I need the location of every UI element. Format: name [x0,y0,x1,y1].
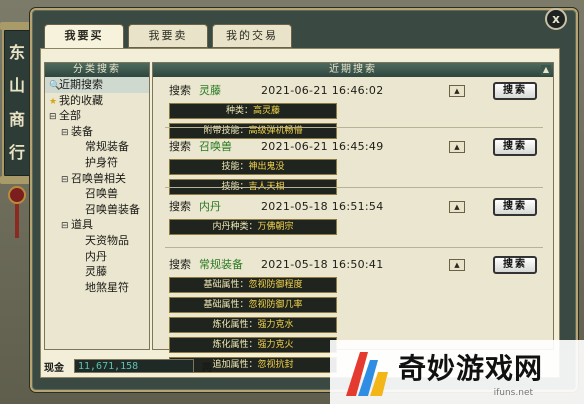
tab-buy[interactable]: 我要买 [44,24,124,50]
game-ui-root: 东 山 商 行 x 我要买 我要卖 我的交易 分类搜索 🔍近期搜索 ★ 我的收藏 … [0,0,584,404]
pin-icon[interactable]: ▲ [449,85,465,97]
category-header: 分类搜索 [45,63,149,77]
cash-bar: 现金 11,671,158 两 [44,358,244,374]
recent-search-entry: 搜索 灵藤 2021-06-21 16:46:02 ▲ 搜索 种类：高灵藤 附带… [169,81,539,139]
scroll-up-arrow-icon[interactable]: ▲ [541,65,551,75]
tree-item-all[interactable]: ⊟ 全部 [45,108,149,124]
search-button[interactable]: 搜索 [493,198,537,216]
close-button[interactable]: x [545,8,567,30]
attr-tag: 种类：高灵藤 [169,103,337,119]
recent-search-panel: 近期搜索 ▲ 搜索 灵藤 2021-06-21 16:46:02 ▲ 搜索 种类… [152,62,554,373]
banner-bottom-rod [0,176,34,184]
pin-icon[interactable]: ▲ [449,259,465,271]
attr-tag: 炼化属性：强力克水 [169,317,337,333]
tree-item-summon-related[interactable]: ⊟ 召唤兽相关 [45,171,149,187]
search-label: 搜索 [169,258,191,271]
item-type: 常规装备 [199,258,243,271]
banner-char: 行 [8,143,25,163]
site-watermark: 奇妙游戏网 ifuns.net [330,340,584,404]
watermark-title: 奇妙游戏网 [398,351,544,385]
search-time: 2021-06-21 16:45:49 [261,140,384,153]
pin-icon[interactable]: ▲ [449,141,465,153]
recent-search-entry: 搜索 内丹 2021-05-18 16:51:54 ▲ 搜索 内丹种类：万佛朝宗 [169,197,539,235]
attr-tag: 炼化属性：强力克火 [169,337,337,353]
tree-item-regular-equipment[interactable]: 常规装备 [45,139,149,155]
search-time: 2021-06-21 16:46:02 [261,84,384,97]
tree-item-summon-equipment[interactable]: 召唤兽装备 [45,202,149,218]
item-type: 内丹 [199,200,221,213]
attr-tag: 内丹种类：万佛朝宗 [169,219,337,235]
search-button[interactable]: 搜索 [493,82,537,100]
tree-item-recent-search[interactable]: 🔍近期搜索 [45,77,149,93]
tree-item-talent-items[interactable]: 天资物品 [45,233,149,249]
tree-item-summon[interactable]: 召唤兽 [45,186,149,202]
watermark-url: ifuns.net [493,387,534,398]
divider [165,247,543,248]
divider [165,187,543,188]
item-type: 灵藤 [199,84,221,97]
attr-tag: 基础属性：忽视防御几率 [169,297,337,313]
banner-char: 商 [8,109,25,129]
site-logo-icon [342,346,392,398]
search-label: 搜索 [169,200,191,213]
attr-tag: 技能：神出鬼没 [169,159,337,175]
tree-item-amulet[interactable]: 护身符 [45,155,149,171]
search-button[interactable]: 搜索 [493,138,537,156]
category-panel: 分类搜索 🔍近期搜索 ★ 我的收藏 ⊟ 全部 ⊟ 装备 常规装备 护身符 ⊟ 召唤兽相关… [44,62,150,350]
search-time: 2021-05-18 16:50:41 [261,258,384,271]
shop-name-banner: 东 山 商 行 [2,28,32,178]
recent-search-header: 近期搜索 [153,63,553,77]
attr-tag: 基础属性：忽视防御程度 [169,277,337,293]
cash-label: 现金 [44,362,64,374]
tab-my-trades[interactable]: 我的交易 [212,24,292,48]
search-time: 2021-05-18 16:51:54 [261,200,384,213]
banner-char: 东 [8,42,25,62]
search-label: 搜索 [169,84,191,97]
item-type: 召唤兽 [199,140,232,153]
tree-item-spirit-vine[interactable]: 灵藤 [45,264,149,280]
tassel-icon [8,186,26,240]
tab-sell[interactable]: 我要卖 [128,24,208,48]
search-label: 搜索 [169,140,191,153]
cash-unit: 两 [202,362,212,374]
divider [165,127,543,128]
pin-icon[interactable]: ▲ [449,201,465,213]
cash-value: 11,671,158 [74,359,194,373]
tree-item-star-talisman[interactable]: 地煞星符 [45,280,149,296]
tree-item-equipment[interactable]: ⊟ 装备 [45,124,149,140]
tree-item-inner-core[interactable]: 内丹 [45,249,149,265]
banner-char: 山 [8,76,25,96]
tree-item-props[interactable]: ⊟ 道具 [45,217,149,233]
tree-item-favorites[interactable]: ★ 我的收藏 [45,93,149,109]
search-button[interactable]: 搜索 [493,256,537,274]
tab-bar: 我要买 我要卖 我的交易 [44,24,292,50]
